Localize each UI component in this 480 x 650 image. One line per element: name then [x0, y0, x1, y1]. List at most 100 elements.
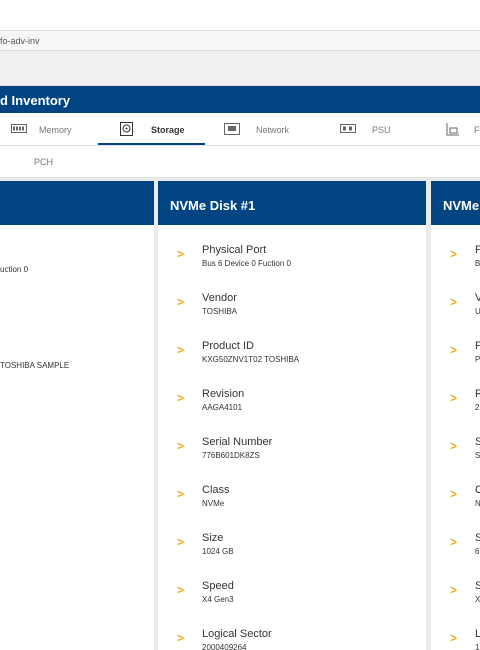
- info-row[interactable]: > R 2: [431, 378, 480, 426]
- card-header: [0, 181, 154, 225]
- page-title: d Inventory: [0, 93, 71, 108]
- card-title: NVMe Disk #1: [170, 198, 256, 213]
- info-value: TOSHIBA SAMPLE: [0, 361, 70, 370]
- browser-top-bar: [0, 0, 480, 31]
- info-row[interactable]: > Speed X4 Gen3: [158, 570, 426, 618]
- info-row[interactable]: > Physical Port Bus 6 Device 0 Fuction 0: [158, 234, 426, 282]
- tab-label: PSU: [372, 124, 391, 135]
- info-row[interactable]: > P P: [431, 330, 480, 378]
- info-value: 776B601DK8ZS: [202, 451, 260, 460]
- network-icon: [224, 122, 240, 137]
- info-value: NVMe: [202, 499, 225, 508]
- chevron-right-icon: >: [450, 583, 458, 597]
- chevron-right-icon: >: [177, 343, 185, 357]
- info-value: 1: [475, 643, 480, 650]
- info-row[interactable]: > P B: [431, 234, 480, 282]
- info-value: uction 0: [0, 265, 29, 274]
- tab-label: Network: [256, 124, 290, 135]
- info-row[interactable]: > C N: [431, 474, 480, 522]
- page-header: d Inventory: [0, 86, 480, 113]
- chevron-right-icon: >: [177, 487, 185, 501]
- chevron-right-icon: >: [450, 391, 458, 405]
- info-label: C: [475, 484, 480, 496]
- info-label: L: [475, 628, 480, 640]
- tab-label: Storage: [151, 124, 185, 135]
- info-value: TOSHIBA: [202, 307, 237, 316]
- info-label: Size: [202, 532, 224, 544]
- info-value: KXG50ZNV1T02 TOSHIBA: [202, 355, 300, 364]
- fan-icon: [446, 122, 460, 138]
- info-label: Logical Sector: [202, 628, 272, 640]
- url-text: fo-adv-inv: [0, 36, 40, 46]
- info-row[interactable]: > Logical Sector 2000409264: [158, 618, 426, 650]
- nvme-disk-1-card: NVMe Disk #1 > Physical Port Bus 6 Device …: [158, 181, 426, 650]
- tab-fan[interactable]: F: [446, 113, 480, 146]
- chevron-right-icon: >: [177, 295, 185, 309]
- info-value: 1024 GB: [202, 547, 234, 556]
- subtab-pch[interactable]: PCH: [34, 157, 53, 167]
- psu-icon: [340, 124, 356, 135]
- info-label: Vendor: [202, 292, 237, 304]
- info-value: S: [475, 451, 480, 460]
- info-value: 2: [475, 403, 480, 412]
- chevron-right-icon: >: [450, 343, 458, 357]
- storage-card-left: uction 0 TOSHIBA SAMPLE: [0, 181, 154, 650]
- nvme-disk-2-card: NVMe > P B > V U > P P > R 2 > S S > C N > S 6 > S X > L 1: [431, 181, 480, 650]
- info-label: S: [475, 580, 480, 592]
- tab-psu[interactable]: PSU: [340, 113, 391, 146]
- info-label: V: [475, 292, 480, 304]
- info-label: Revision: [202, 388, 245, 400]
- chevron-right-icon: >: [450, 535, 458, 549]
- info-value: Bus 6 Device 0 Fuction 0: [202, 259, 291, 268]
- chevron-right-icon: >: [177, 535, 185, 549]
- info-value: 6: [475, 547, 480, 556]
- info-row[interactable]: > V U: [431, 282, 480, 330]
- info-value: 2000409264: [202, 643, 247, 650]
- chevron-right-icon: >: [177, 247, 185, 261]
- info-row[interactable]: > L 1: [431, 618, 480, 650]
- info-row[interactable]: > Revision AAGA4101: [158, 378, 426, 426]
- info-label: S: [475, 532, 480, 544]
- tab-storage[interactable]: Storage: [120, 113, 185, 146]
- info-label: Product ID: [202, 340, 254, 352]
- info-row: TOSHIBA SAMPLE: [0, 336, 154, 384]
- card-title: NVMe: [443, 198, 480, 213]
- info-value: P: [475, 355, 480, 364]
- chevron-right-icon: >: [450, 295, 458, 309]
- info-row[interactable]: > S 6: [431, 522, 480, 570]
- chevron-right-icon: >: [450, 439, 458, 453]
- info-value: B: [475, 259, 480, 268]
- info-label: Serial Number: [202, 436, 273, 448]
- info-row[interactable]: > Product ID KXG50ZNV1T02 TOSHIBA: [158, 330, 426, 378]
- info-row[interactable]: > Serial Number 776B601DK8ZS: [158, 426, 426, 474]
- info-value: X4 Gen3: [202, 595, 234, 604]
- info-row[interactable]: > Vendor TOSHIBA: [158, 282, 426, 330]
- info-value: N: [475, 499, 480, 508]
- info-label: Physical Port: [202, 244, 267, 256]
- info-row[interactable]: > Class NVMe: [158, 474, 426, 522]
- storage-icon: [120, 121, 133, 138]
- info-row[interactable]: > S S: [431, 426, 480, 474]
- info-label: P: [475, 244, 480, 256]
- address-bar[interactable]: fo-adv-inv: [0, 31, 480, 51]
- tab-label: F: [474, 124, 480, 135]
- info-label: S: [475, 436, 480, 448]
- chevron-right-icon: >: [177, 391, 185, 405]
- tab-network[interactable]: Network: [224, 113, 289, 146]
- info-value: X: [475, 595, 480, 604]
- card-header: NVMe Disk #1: [158, 181, 426, 225]
- tab-memory[interactable]: Memory: [11, 113, 72, 146]
- chevron-right-icon: >: [177, 631, 185, 645]
- toolbar-area: [0, 51, 480, 86]
- chevron-right-icon: >: [450, 247, 458, 261]
- info-row[interactable]: > S X: [431, 570, 480, 618]
- info-label: P: [475, 340, 480, 352]
- chevron-right-icon: >: [450, 487, 458, 501]
- chevron-right-icon: >: [177, 583, 185, 597]
- active-tab-indicator: [98, 143, 205, 145]
- memory-icon: [11, 124, 27, 135]
- info-row: uction 0: [0, 240, 154, 288]
- chevron-right-icon: >: [177, 439, 185, 453]
- chevron-right-icon: >: [450, 631, 458, 645]
- info-row[interactable]: > Size 1024 GB: [158, 522, 426, 570]
